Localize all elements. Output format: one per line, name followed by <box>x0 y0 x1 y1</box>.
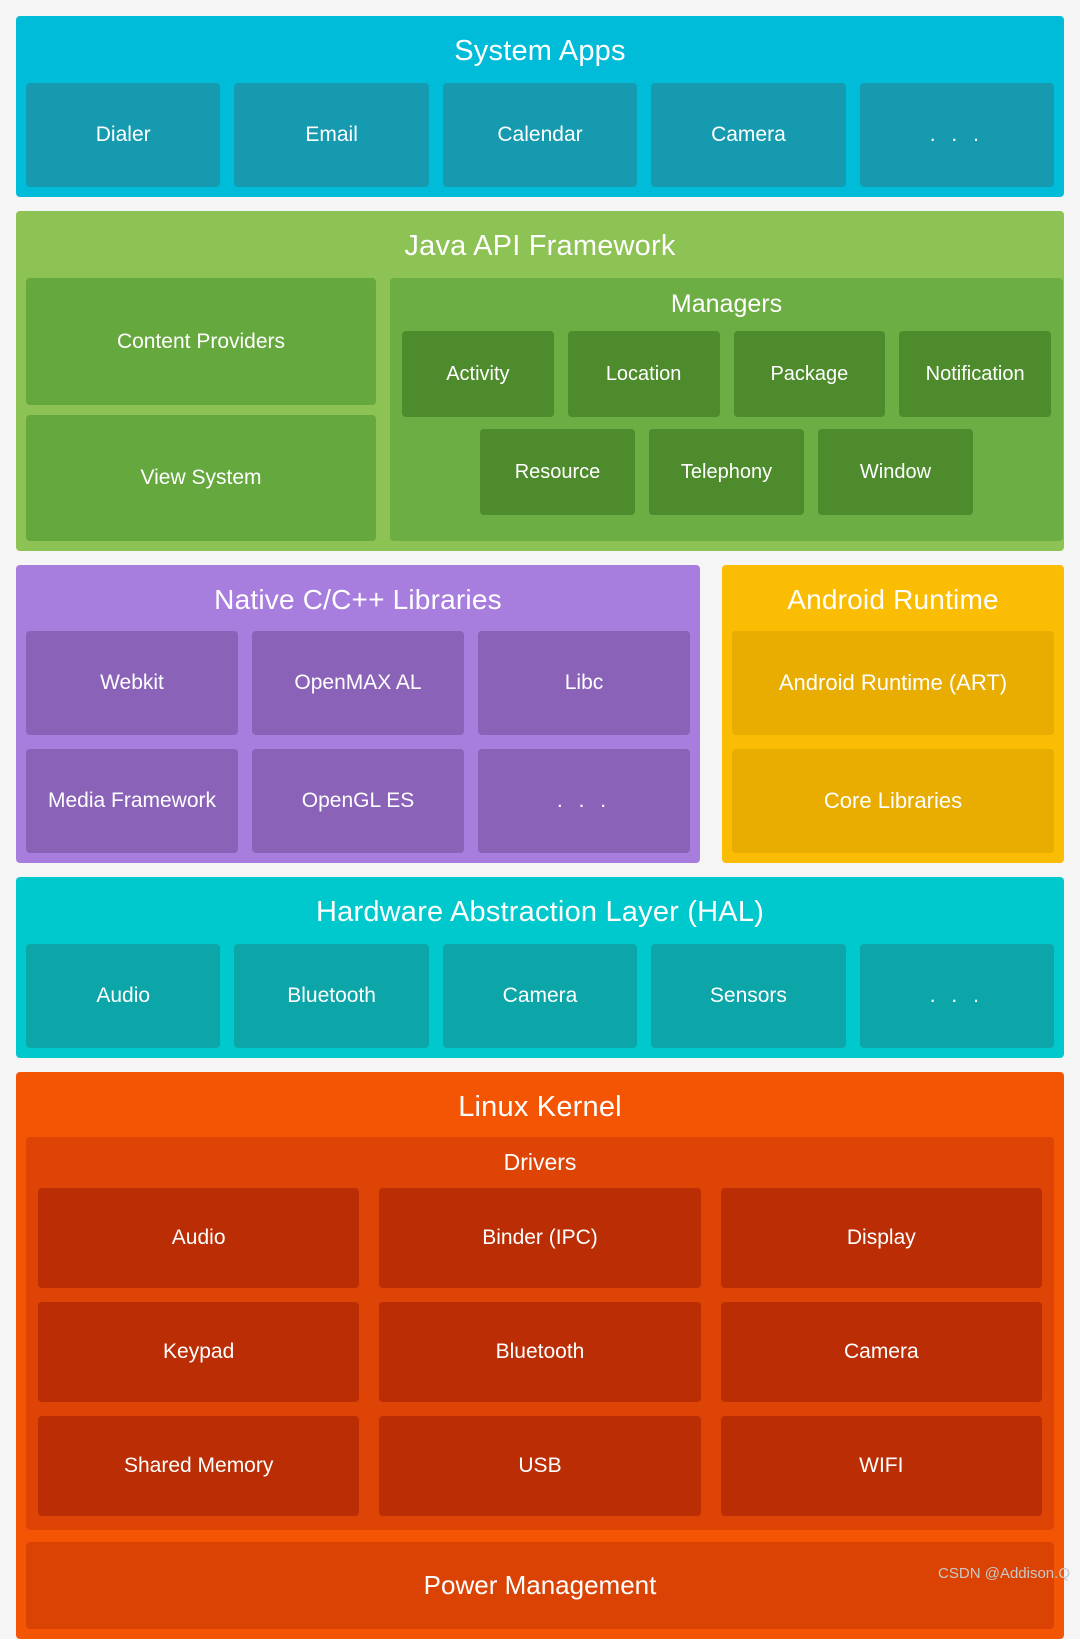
tile-core-libraries[interactable]: Core Libraries <box>732 749 1054 854</box>
tile-driver-binder-ipc[interactable]: Binder (IPC) <box>379 1188 701 1289</box>
managers-title: Managers <box>670 290 783 319</box>
tile-package-manager[interactable]: Package <box>733 331 886 418</box>
layer-title-android-runtime: Android Runtime <box>787 584 999 616</box>
tile-libc[interactable]: Libc <box>478 631 690 736</box>
drivers-group: Drivers Audio Binder (IPC) Display Keypa… <box>26 1137 1054 1531</box>
tile-resource-manager[interactable]: Resource <box>480 429 635 516</box>
tile-openmax-al[interactable]: OpenMAX AL <box>252 631 464 736</box>
tile-email[interactable]: Email <box>234 83 429 188</box>
tile-power-management[interactable]: Power Management <box>26 1542 1054 1630</box>
layer-hardware-abstraction-layer: Hardware Abstraction Layer (HAL) Audio B… <box>16 877 1064 1059</box>
tile-driver-camera[interactable]: Camera <box>720 1302 1042 1403</box>
tile-calendar[interactable]: Calendar <box>442 83 638 188</box>
tile-hal-more[interactable]: . . . <box>859 944 1055 1049</box>
layer-system-apps: System Apps Dialer Email Calendar Camera… <box>16 16 1064 198</box>
tile-native-libraries-more[interactable]: . . . <box>478 749 690 854</box>
layer-title-java-api-framework: Java API Framework <box>404 230 676 263</box>
tile-window-manager[interactable]: Window <box>818 429 973 516</box>
tile-telephony-manager[interactable]: Telephony <box>649 429 804 516</box>
native-and-runtime-row: Native C/C++ Libraries Webkit OpenMAX AL… <box>16 565 1064 864</box>
tile-media-framework[interactable]: Media Framework <box>26 749 238 854</box>
managers-group: Managers Activity Location Package Notif… <box>390 278 1063 542</box>
native-libraries-row-1: Webkit OpenMAX AL Libc <box>26 631 690 736</box>
managers-row-1: Activity Location Package Notification <box>402 331 1051 418</box>
layer-android-runtime: Android Runtime Android Runtime (ART) Co… <box>722 565 1064 864</box>
drivers-row-2: Keypad Bluetooth Camera <box>38 1302 1042 1403</box>
architecture-diagram: System Apps Dialer Email Calendar Camera… <box>0 0 1080 1639</box>
layer-title-native-c-cpp-libraries: Native C/C++ Libraries <box>214 584 502 616</box>
layer-native-c-cpp-libraries: Native C/C++ Libraries Webkit OpenMAX AL… <box>16 565 700 864</box>
tile-content-providers[interactable]: Content Providers <box>26 278 376 405</box>
managers-row-2: Resource Telephony Window <box>402 429 1051 516</box>
tile-hal-sensors[interactable]: Sensors <box>651 944 846 1049</box>
tile-dialer[interactable]: Dialer <box>26 83 221 188</box>
layer-title-linux-kernel: Linux Kernel <box>458 1091 622 1124</box>
tile-webkit[interactable]: Webkit <box>26 631 238 736</box>
layer-java-api-framework: Java API Framework Content Providers Vie… <box>16 211 1064 552</box>
drivers-row-1: Audio Binder (IPC) Display <box>38 1188 1042 1289</box>
tile-location-manager[interactable]: Location <box>567 331 720 418</box>
tile-driver-display[interactable]: Display <box>720 1188 1042 1289</box>
tile-opengl-es[interactable]: OpenGL ES <box>252 749 464 854</box>
tile-hal-audio[interactable]: Audio <box>26 944 221 1049</box>
tile-hal-camera[interactable]: Camera <box>442 944 638 1049</box>
tile-driver-keypad[interactable]: Keypad <box>38 1302 360 1403</box>
drivers-title: Drivers <box>503 1149 577 1176</box>
tile-notification-manager[interactable]: Notification <box>899 331 1051 418</box>
hal-tile-row: Audio Bluetooth Camera Sensors . . . <box>26 944 1055 1049</box>
native-libraries-row-2: Media Framework OpenGL ES . . . <box>26 749 690 854</box>
layer-title-hardware-abstraction-layer: Hardware Abstraction Layer (HAL) <box>315 896 765 929</box>
tile-driver-audio[interactable]: Audio <box>38 1188 360 1289</box>
tile-camera[interactable]: Camera <box>651 83 846 188</box>
layer-linux-kernel: Linux Kernel Drivers Audio Binder (IPC) … <box>16 1072 1064 1639</box>
tile-driver-bluetooth[interactable]: Bluetooth <box>379 1302 701 1403</box>
tile-activity-manager[interactable]: Activity <box>402 331 554 418</box>
drivers-row-3: Shared Memory USB WIFI <box>38 1416 1042 1517</box>
tile-driver-usb[interactable]: USB <box>379 1416 701 1517</box>
tile-driver-wifi[interactable]: WIFI <box>720 1416 1042 1517</box>
system-apps-tile-row: Dialer Email Calendar Camera . . . <box>26 83 1055 188</box>
tile-android-runtime-art[interactable]: Android Runtime (ART) <box>732 631 1054 736</box>
tile-hal-bluetooth[interactable]: Bluetooth <box>234 944 429 1049</box>
watermark-label: CSDN @Addison.Q <box>938 1565 1070 1582</box>
java-api-framework-body: Content Providers View System Managers A… <box>26 278 1063 542</box>
java-api-framework-left-column: Content Providers View System <box>26 278 376 542</box>
tile-system-apps-more[interactable]: . . . <box>859 83 1055 188</box>
layer-title-system-apps: System Apps <box>454 35 626 67</box>
tile-view-system[interactable]: View System <box>26 414 376 542</box>
tile-driver-shared-memory[interactable]: Shared Memory <box>38 1416 360 1517</box>
